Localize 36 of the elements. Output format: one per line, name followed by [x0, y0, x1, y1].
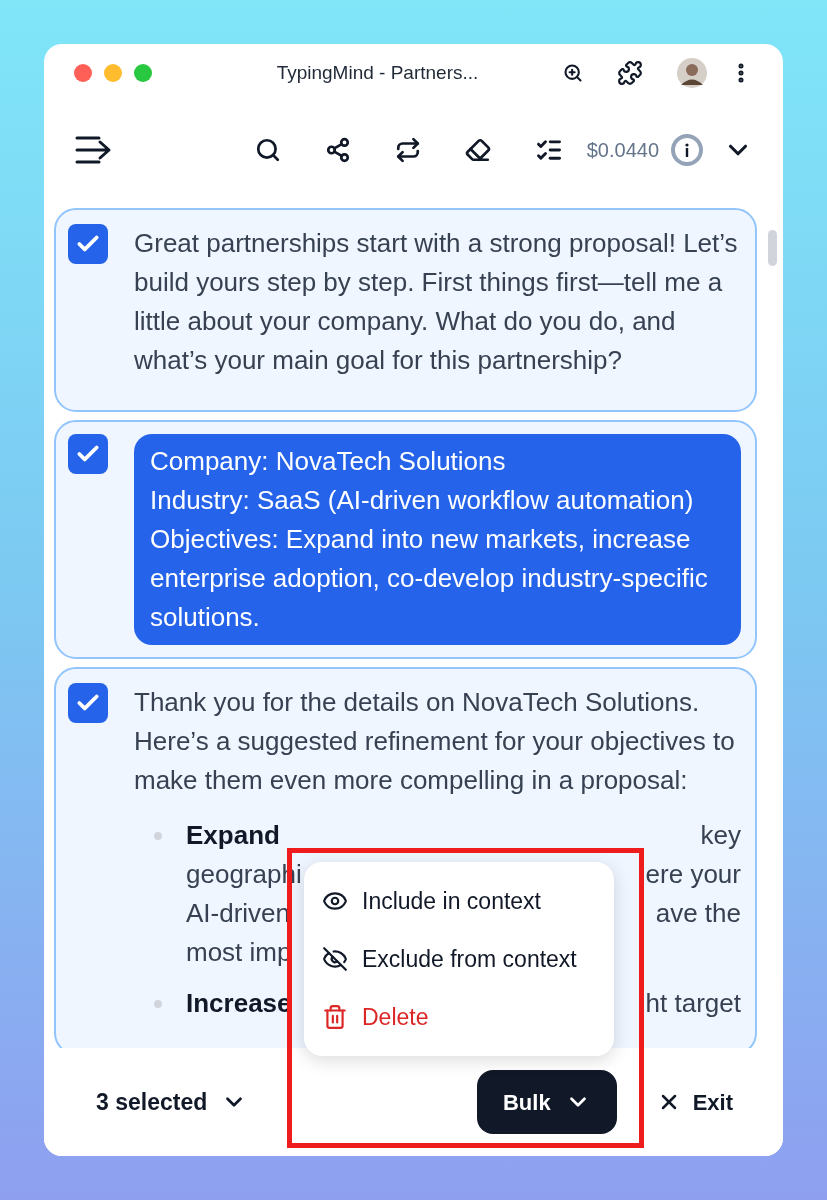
bullet-text: ere your [645, 858, 741, 891]
sidebar-toggle-icon[interactable] [74, 135, 112, 165]
bullet-text: Expand [186, 819, 280, 852]
puzzle-icon[interactable] [617, 60, 643, 86]
exit-button[interactable]: Exit [656, 1085, 733, 1119]
avatar[interactable] [677, 58, 707, 88]
bullet-text: Increase [186, 987, 292, 1020]
share-icon[interactable] [324, 137, 351, 163]
zoom-icon[interactable] [563, 63, 583, 83]
bullet-text: ave the [655, 897, 741, 930]
message-line: Company: NovaTech Solutions [150, 445, 507, 478]
eraser-icon[interactable] [464, 137, 491, 163]
bullet-text: AI-driven [186, 897, 291, 930]
menu-item[interactable]: Exclude from context [304, 930, 614, 988]
checkbox[interactable] [68, 224, 108, 264]
loop-arrow-icon[interactable] [394, 137, 421, 163]
bulk-button[interactable]: Bulk [476, 1070, 617, 1134]
search-icon[interactable] [254, 137, 281, 163]
info-icon[interactable] [671, 134, 703, 166]
message-line: Industry: SaaS (AI-driven workflow automation) [150, 484, 695, 517]
eye-off-icon [322, 946, 348, 972]
bullet-text: key [700, 819, 741, 852]
message-text: Great partnerships start with a strong proposal! Let’s build yours step by step. First things first—tell me a little about your company. What do you do, and what’s your main goal for this partnership? [134, 227, 739, 377]
bullet-text: ht target [645, 987, 741, 1020]
message-line: Objectives: Expand into new markets, increase enterprise adoption, co-develop industry-specific solutions. [150, 523, 709, 634]
selection-dropdown[interactable]: 3 selected [96, 1084, 248, 1120]
cost-label: $0.0440 [586, 138, 659, 163]
menu-item[interactable]: Include in context [304, 872, 614, 930]
menu-item[interactable]: Delete [304, 988, 614, 1046]
scrollbar-thumb[interactable] [768, 230, 777, 266]
close-window-button[interactable] [74, 64, 92, 82]
window-title: TypingMind - Partners... [276, 60, 479, 85]
checkbox[interactable] [68, 683, 108, 723]
trash-icon [322, 1004, 348, 1030]
checkbox[interactable] [68, 434, 108, 474]
message-text: Thank you for the details on NovaTech Solutions. Here’s a suggested refinement for your objectives to make them even more compelling in a proposal: [134, 686, 736, 797]
